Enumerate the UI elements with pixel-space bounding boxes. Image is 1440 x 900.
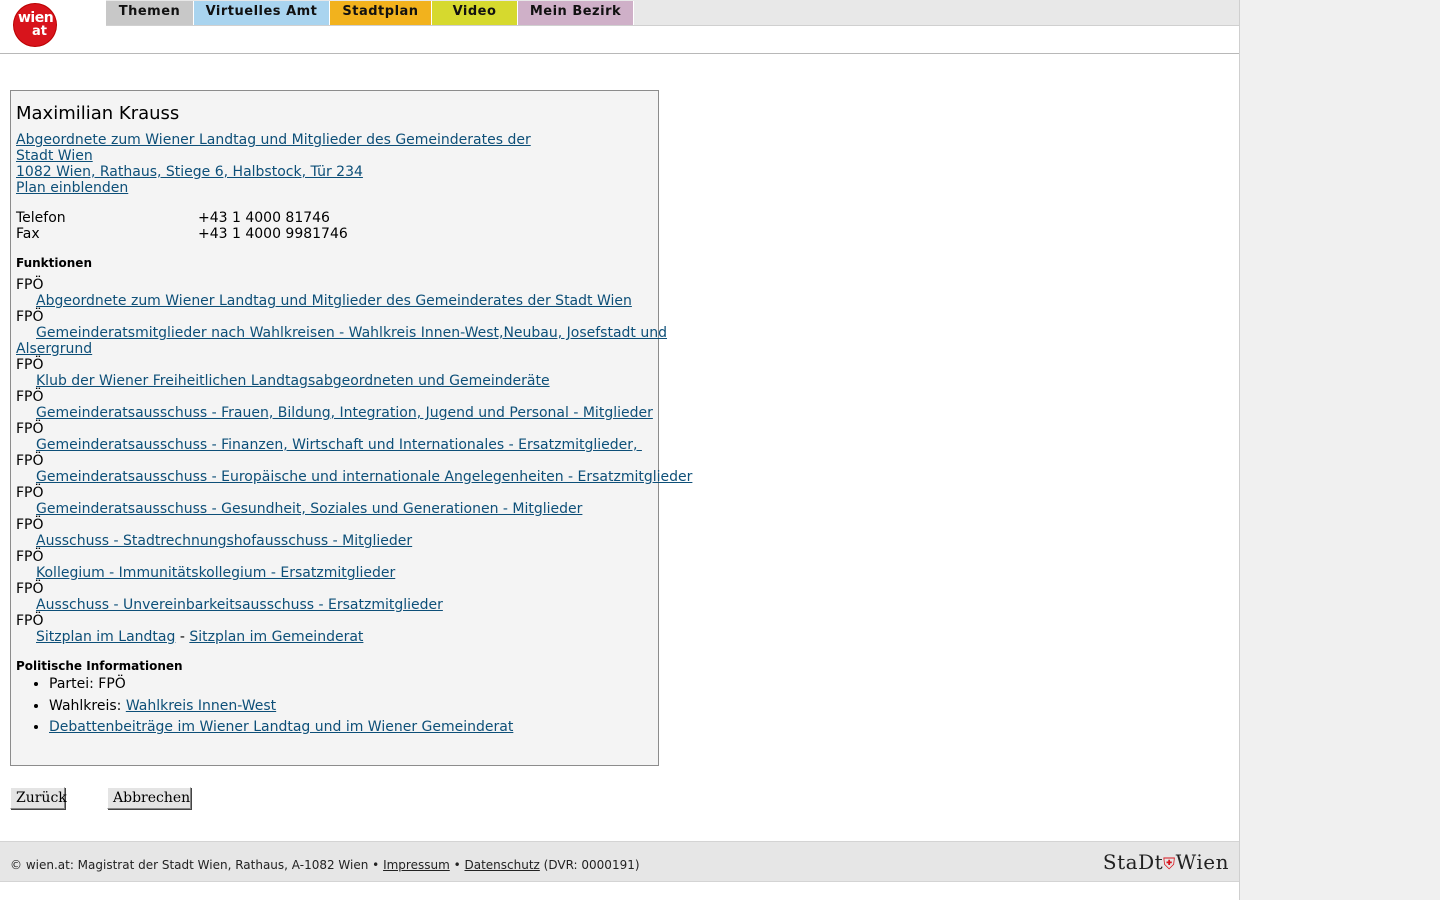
function-party: FPÖ [16, 357, 44, 373]
function-link[interactable]: Gemeinderatsmitglieder nach Wahlkreisen … [36, 325, 667, 341]
back-button[interactable]: Zurück [10, 787, 67, 809]
tab-virtuelles-amt[interactable]: Virtuelles Amt [194, 1, 330, 25]
list-item-debates: Debattenbeiträge im Wiener Landtag und i… [49, 717, 513, 739]
function-link[interactable]: Gemeinderatsausschuss - Gesundheit, Sozi… [36, 501, 582, 517]
affiliation-link-line1[interactable]: Abgeordnete zum Wiener Landtag und Mitgl… [16, 132, 531, 148]
function-party: FPÖ [16, 309, 44, 325]
function-link[interactable]: Gemeinderatsausschuss - Europäische und … [36, 469, 692, 485]
vienna-shield-icon: ⛨ [1163, 854, 1176, 873]
tab-video[interactable]: Video [432, 1, 518, 25]
list-item-district: Wahlkreis: Wahlkreis Innen-West [49, 696, 513, 718]
affiliation-link-line2[interactable]: Stadt Wien [16, 148, 93, 164]
function-link[interactable]: Gemeinderatsausschuss - Frauen, Bildung,… [36, 405, 653, 421]
function-link[interactable]: Ausschuss - Stadtrechnungshofausschuss -… [36, 533, 412, 549]
logo-text-at: at [32, 24, 47, 39]
impressum-link[interactable]: Impressum [383, 858, 450, 872]
stadt-wien-logo[interactable]: StaDt⛨Wien [1103, 850, 1229, 874]
phone-value: +43 1 4000 81746 [198, 210, 330, 226]
tab-stadtplan[interactable]: Stadtplan [330, 1, 432, 25]
debates-link[interactable]: Debattenbeiträge im Wiener Landtag und i… [49, 719, 513, 735]
datenschutz-link[interactable]: Datenschutz [464, 858, 539, 872]
function-link[interactable]: Gemeinderatsausschuss - Finanzen, Wirtsc… [36, 437, 642, 453]
footer-separator: • [449, 858, 465, 872]
plan-link[interactable]: Plan einblenden [16, 180, 128, 196]
function-link[interactable]: Abgeordnete zum Wiener Landtag und Mitgl… [36, 293, 632, 309]
political-info-list: Partei: FPÖ Wahlkreis: Wahlkreis Innen-W… [27, 674, 513, 739]
page: wien at Themen Virtuelles Amt Stadtplan … [0, 0, 1240, 900]
function-party: FPÖ [16, 421, 44, 437]
footer: © wien.at: Magistrat der Stadt Wien, Rat… [0, 841, 1239, 882]
header-divider [0, 53, 1239, 54]
person-card: Maximilian Krauss Abgeordnete zum Wiener… [10, 90, 692, 766]
political-info-heading: Politische Informationen [16, 659, 183, 673]
function-party: FPÖ [16, 517, 44, 533]
stadt-logo-text: StaDt [1102, 850, 1164, 874]
fax-value: +43 1 4000 9981746 [198, 226, 348, 242]
seat-plan-row: Sitzplan im Landtag - Sitzplan im Gemein… [36, 629, 363, 645]
wien-logo-text: Wien [1175, 850, 1229, 874]
footer-dvr: (DVR: 0000191) [539, 858, 640, 872]
main-navigation: Themen Virtuelles Amt Stadtplan Video Me… [106, 0, 1239, 26]
person-name: Maximilian Krauss [16, 103, 180, 124]
fax-label: Fax [16, 226, 40, 242]
function-link[interactable]: Ausschuss - Unvereinbarkeitsausschuss - … [36, 597, 443, 613]
function-link-continued[interactable]: Alsergrund [16, 341, 92, 357]
function-party: FPÖ [16, 277, 44, 293]
functions-heading: Funktionen [16, 256, 92, 270]
phone-label: Telefon [16, 210, 66, 226]
function-party: FPÖ [16, 549, 44, 565]
footer-text: © wien.at: Magistrat der Stadt Wien, Rat… [10, 858, 640, 872]
function-party: FPÖ [16, 389, 44, 405]
seat-plan-landtag-link[interactable]: Sitzplan im Landtag [36, 629, 175, 645]
seat-plan-gemeinderat-link[interactable]: Sitzplan im Gemeinderat [189, 629, 363, 645]
function-party: FPÖ [16, 581, 44, 597]
seat-plan-separator: - [175, 629, 190, 645]
district-link[interactable]: Wahlkreis Innen-West [126, 698, 276, 714]
function-link[interactable]: Klub der Wiener Freiheitlichen Landtagsa… [36, 373, 550, 389]
tab-themen[interactable]: Themen [106, 1, 194, 25]
footer-copyright: © wien.at: Magistrat der Stadt Wien, Rat… [10, 858, 384, 872]
list-item-party: Partei: FPÖ [49, 674, 513, 696]
function-party: FPÖ [16, 453, 44, 469]
function-party: FPÖ [16, 485, 44, 501]
cancel-button[interactable]: Abbrechen [107, 787, 191, 809]
address-link[interactable]: 1082 Wien, Rathaus, Stiege 6, Halbstock,… [16, 164, 363, 180]
district-label: Wahlkreis: [49, 697, 126, 714]
function-link[interactable]: Kollegium - Immunitätskollegium - Ersatz… [36, 565, 395, 581]
party-text: Partei: FPÖ [49, 676, 126, 692]
wien-at-logo[interactable]: wien at [14, 4, 56, 46]
function-party: FPÖ [16, 613, 44, 629]
tab-mein-bezirk[interactable]: Mein Bezirk [518, 1, 634, 25]
